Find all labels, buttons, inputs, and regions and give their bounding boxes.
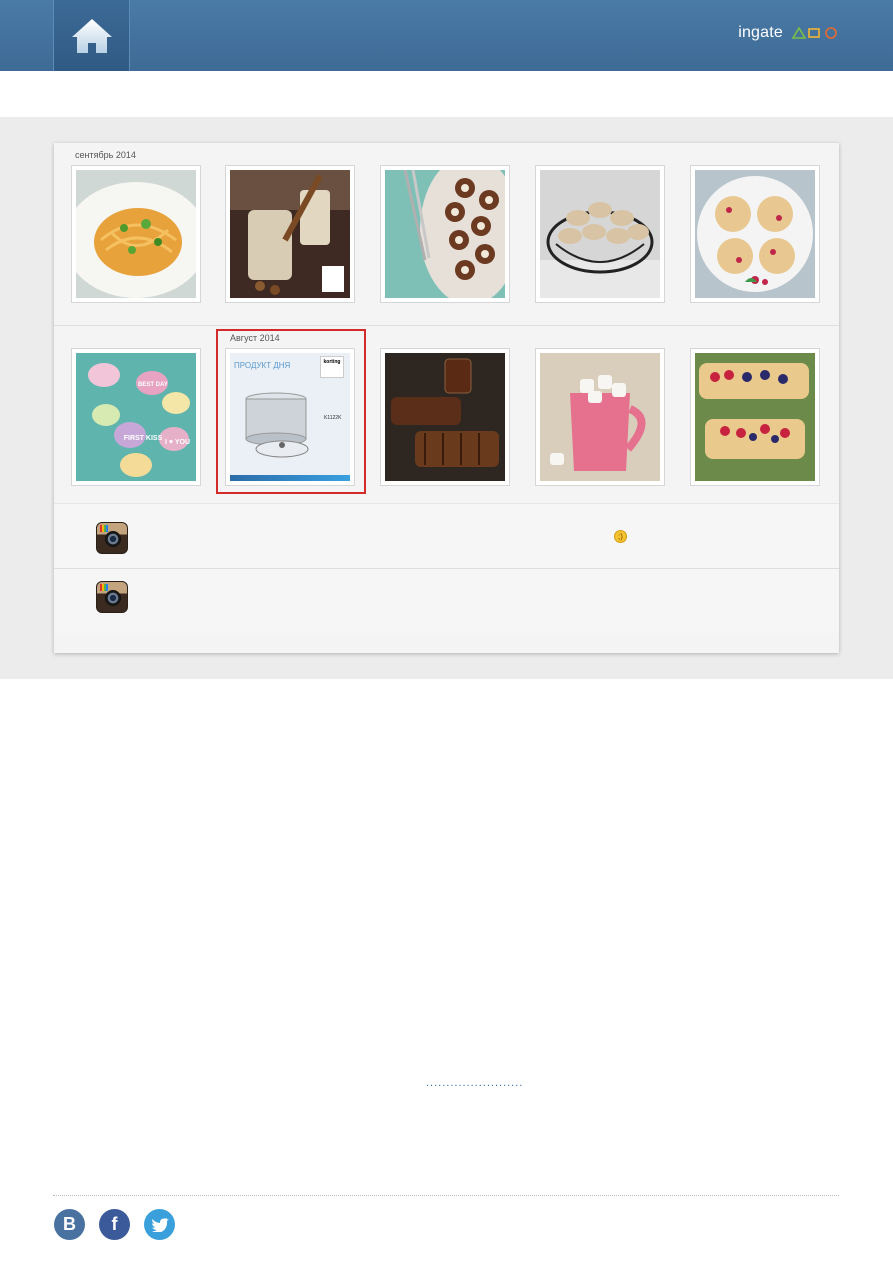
wink-emoji: ;) (614, 530, 627, 543)
candy-text-best-day: BEST DAY (138, 382, 168, 388)
brand[interactable]: ingate (738, 24, 839, 42)
photo-donuts[interactable] (380, 165, 510, 303)
agency-logo (791, 26, 837, 39)
photo-cocoa-mug[interactable] (535, 348, 665, 486)
photo-muffins[interactable] (690, 165, 820, 303)
facebook-icon[interactable]: f (99, 1209, 130, 1240)
twitter-bird-icon (150, 1218, 169, 1232)
brand-name: ingate (738, 24, 783, 41)
instagram-row-2 (54, 569, 839, 633)
vk-icon[interactable]: B (54, 1209, 85, 1240)
instagram-row-1 (54, 504, 839, 568)
photo-macarons[interactable] (535, 165, 665, 303)
photo-hazelnut-drink[interactable] (225, 165, 355, 303)
top-bar: ingate (0, 0, 893, 71)
photo-candy-hearts[interactable]: FIRST KISS I ♥ YOU BEST DAY (71, 348, 201, 486)
home-button[interactable] (53, 0, 130, 71)
candy-text-first-kiss: FIRST KISS (123, 435, 163, 442)
instagram-icon[interactable] (96, 581, 128, 613)
photo-ribs[interactable] (380, 348, 510, 486)
gallery-card: сентябрь 2014 Август 2014 FIRST KISS I ♥… (54, 143, 839, 653)
dotted-link[interactable]: ........................ (426, 1077, 523, 1089)
photo-berry-tarts[interactable] (690, 348, 820, 486)
twitter-icon[interactable] (144, 1209, 175, 1240)
instagram-icon[interactable] (96, 522, 128, 554)
photo-spaghetti[interactable] (71, 165, 201, 303)
home-icon (71, 18, 112, 53)
selection-highlight (216, 329, 366, 494)
month-label-september: сентябрь 2014 (75, 150, 136, 160)
section-divider (54, 325, 839, 326)
content-band: сентябрь 2014 Август 2014 FIRST KISS I ♥… (0, 117, 893, 679)
footer-divider (53, 1195, 839, 1196)
candy-text-i-love-you: I ♥ YOU (165, 439, 191, 446)
